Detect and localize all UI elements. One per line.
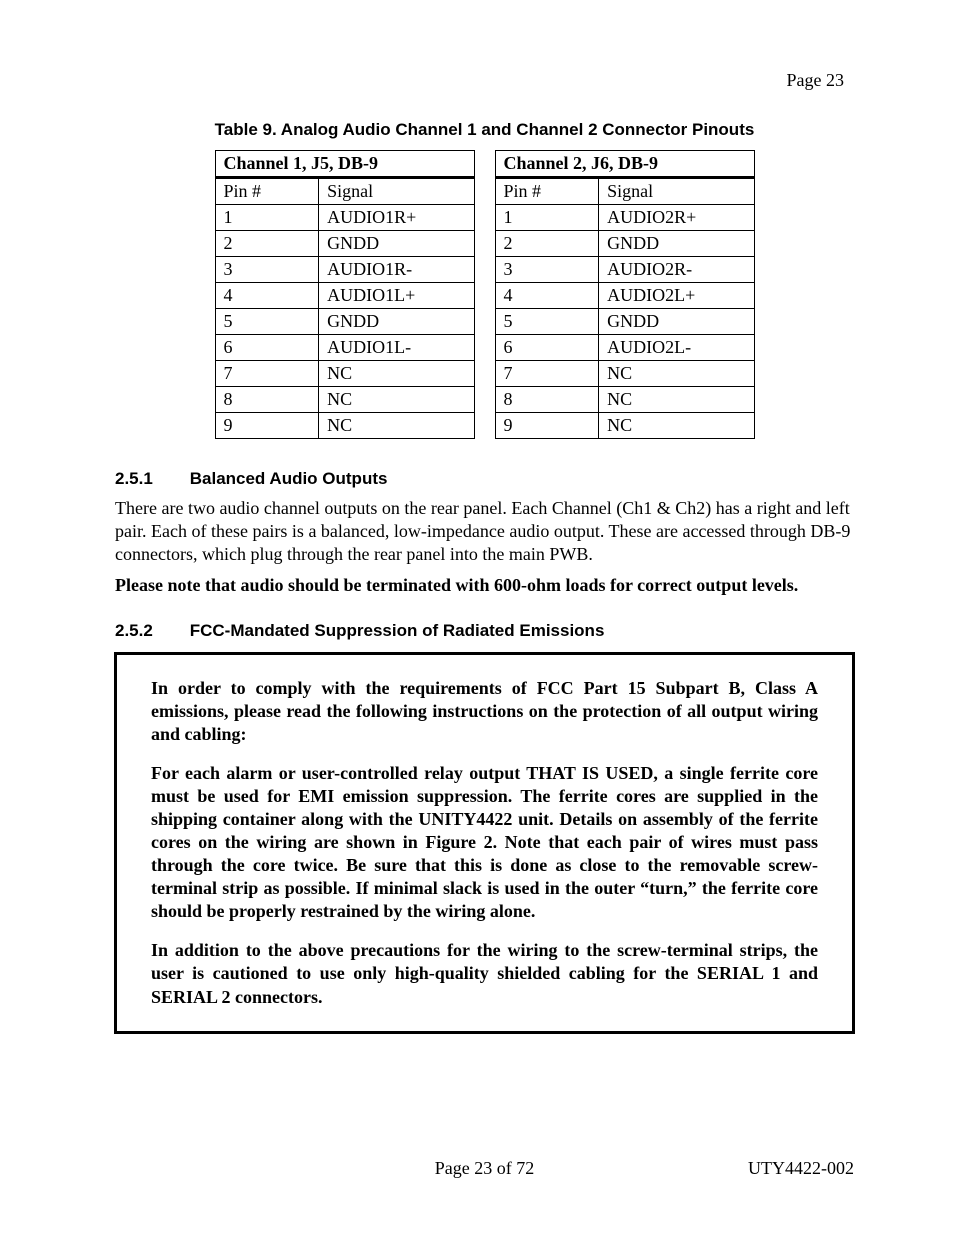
table-row: 3AUDIO1R-: [215, 257, 474, 283]
table-row: 8NC: [495, 387, 754, 413]
box-paragraph: For each alarm or user-controlled relay …: [151, 762, 818, 923]
box-paragraph: In order to comply with the requirements…: [151, 677, 818, 746]
col-header-pin: Pin #: [215, 178, 319, 205]
table-row: 5GNDD: [495, 309, 754, 335]
col-header-pin: Pin #: [495, 178, 599, 205]
table-title: Channel 2, J6, DB-9: [495, 151, 754, 178]
table-row: 4AUDIO2L+: [495, 283, 754, 309]
pinout-table-ch1: Channel 1, J5, DB-9 Pin # Signal 1AUDIO1…: [215, 150, 475, 439]
section-number: 2.5.2: [115, 621, 185, 641]
body-paragraph: There are two audio channel outputs on t…: [115, 497, 854, 566]
table-row: 9NC: [215, 413, 474, 439]
section-number: 2.5.1: [115, 469, 185, 489]
page-number-top: Page 23: [787, 70, 845, 91]
col-header-signal: Signal: [599, 178, 754, 205]
table-row: 7NC: [215, 361, 474, 387]
table-row: 4AUDIO1L+: [215, 283, 474, 309]
section-heading-251: 2.5.1 Balanced Audio Outputs: [115, 469, 854, 489]
table-row: 6AUDIO1L-: [215, 335, 474, 361]
bold-note: Please note that audio should be termina…: [115, 574, 854, 597]
table-title: Channel 1, J5, DB-9: [215, 151, 474, 178]
table-row: 5GNDD: [215, 309, 474, 335]
table-row: 1AUDIO1R+: [215, 205, 474, 231]
page-footer: Page 23 of 72 UTY4422-002: [115, 1158, 854, 1179]
table-row: 7NC: [495, 361, 754, 387]
emphasis-box: In order to comply with the requirements…: [115, 653, 854, 1032]
box-paragraph: In addition to the above precautions for…: [151, 939, 818, 1008]
table-row: 9NC: [495, 413, 754, 439]
table-caption: Table 9. Analog Audio Channel 1 and Chan…: [115, 120, 854, 140]
section-title: FCC-Mandated Suppression of Radiated Emi…: [190, 621, 605, 640]
table-row: 2GNDD: [215, 231, 474, 257]
pinout-table-ch2: Channel 2, J6, DB-9 Pin # Signal 1AUDIO2…: [495, 150, 755, 439]
col-header-signal: Signal: [319, 178, 474, 205]
page: Page 23 Table 9. Analog Audio Channel 1 …: [0, 0, 954, 1235]
table-row: 3AUDIO2R-: [495, 257, 754, 283]
footer-page-count: Page 23 of 72: [115, 1158, 854, 1179]
table-row: 6AUDIO2L-: [495, 335, 754, 361]
pinout-tables: Channel 1, J5, DB-9 Pin # Signal 1AUDIO1…: [115, 150, 854, 439]
section-title: Balanced Audio Outputs: [190, 469, 388, 488]
table-row: 8NC: [215, 387, 474, 413]
table-row: 1AUDIO2R+: [495, 205, 754, 231]
table-row: 2GNDD: [495, 231, 754, 257]
section-heading-252: 2.5.2 FCC-Mandated Suppression of Radiat…: [115, 621, 854, 641]
